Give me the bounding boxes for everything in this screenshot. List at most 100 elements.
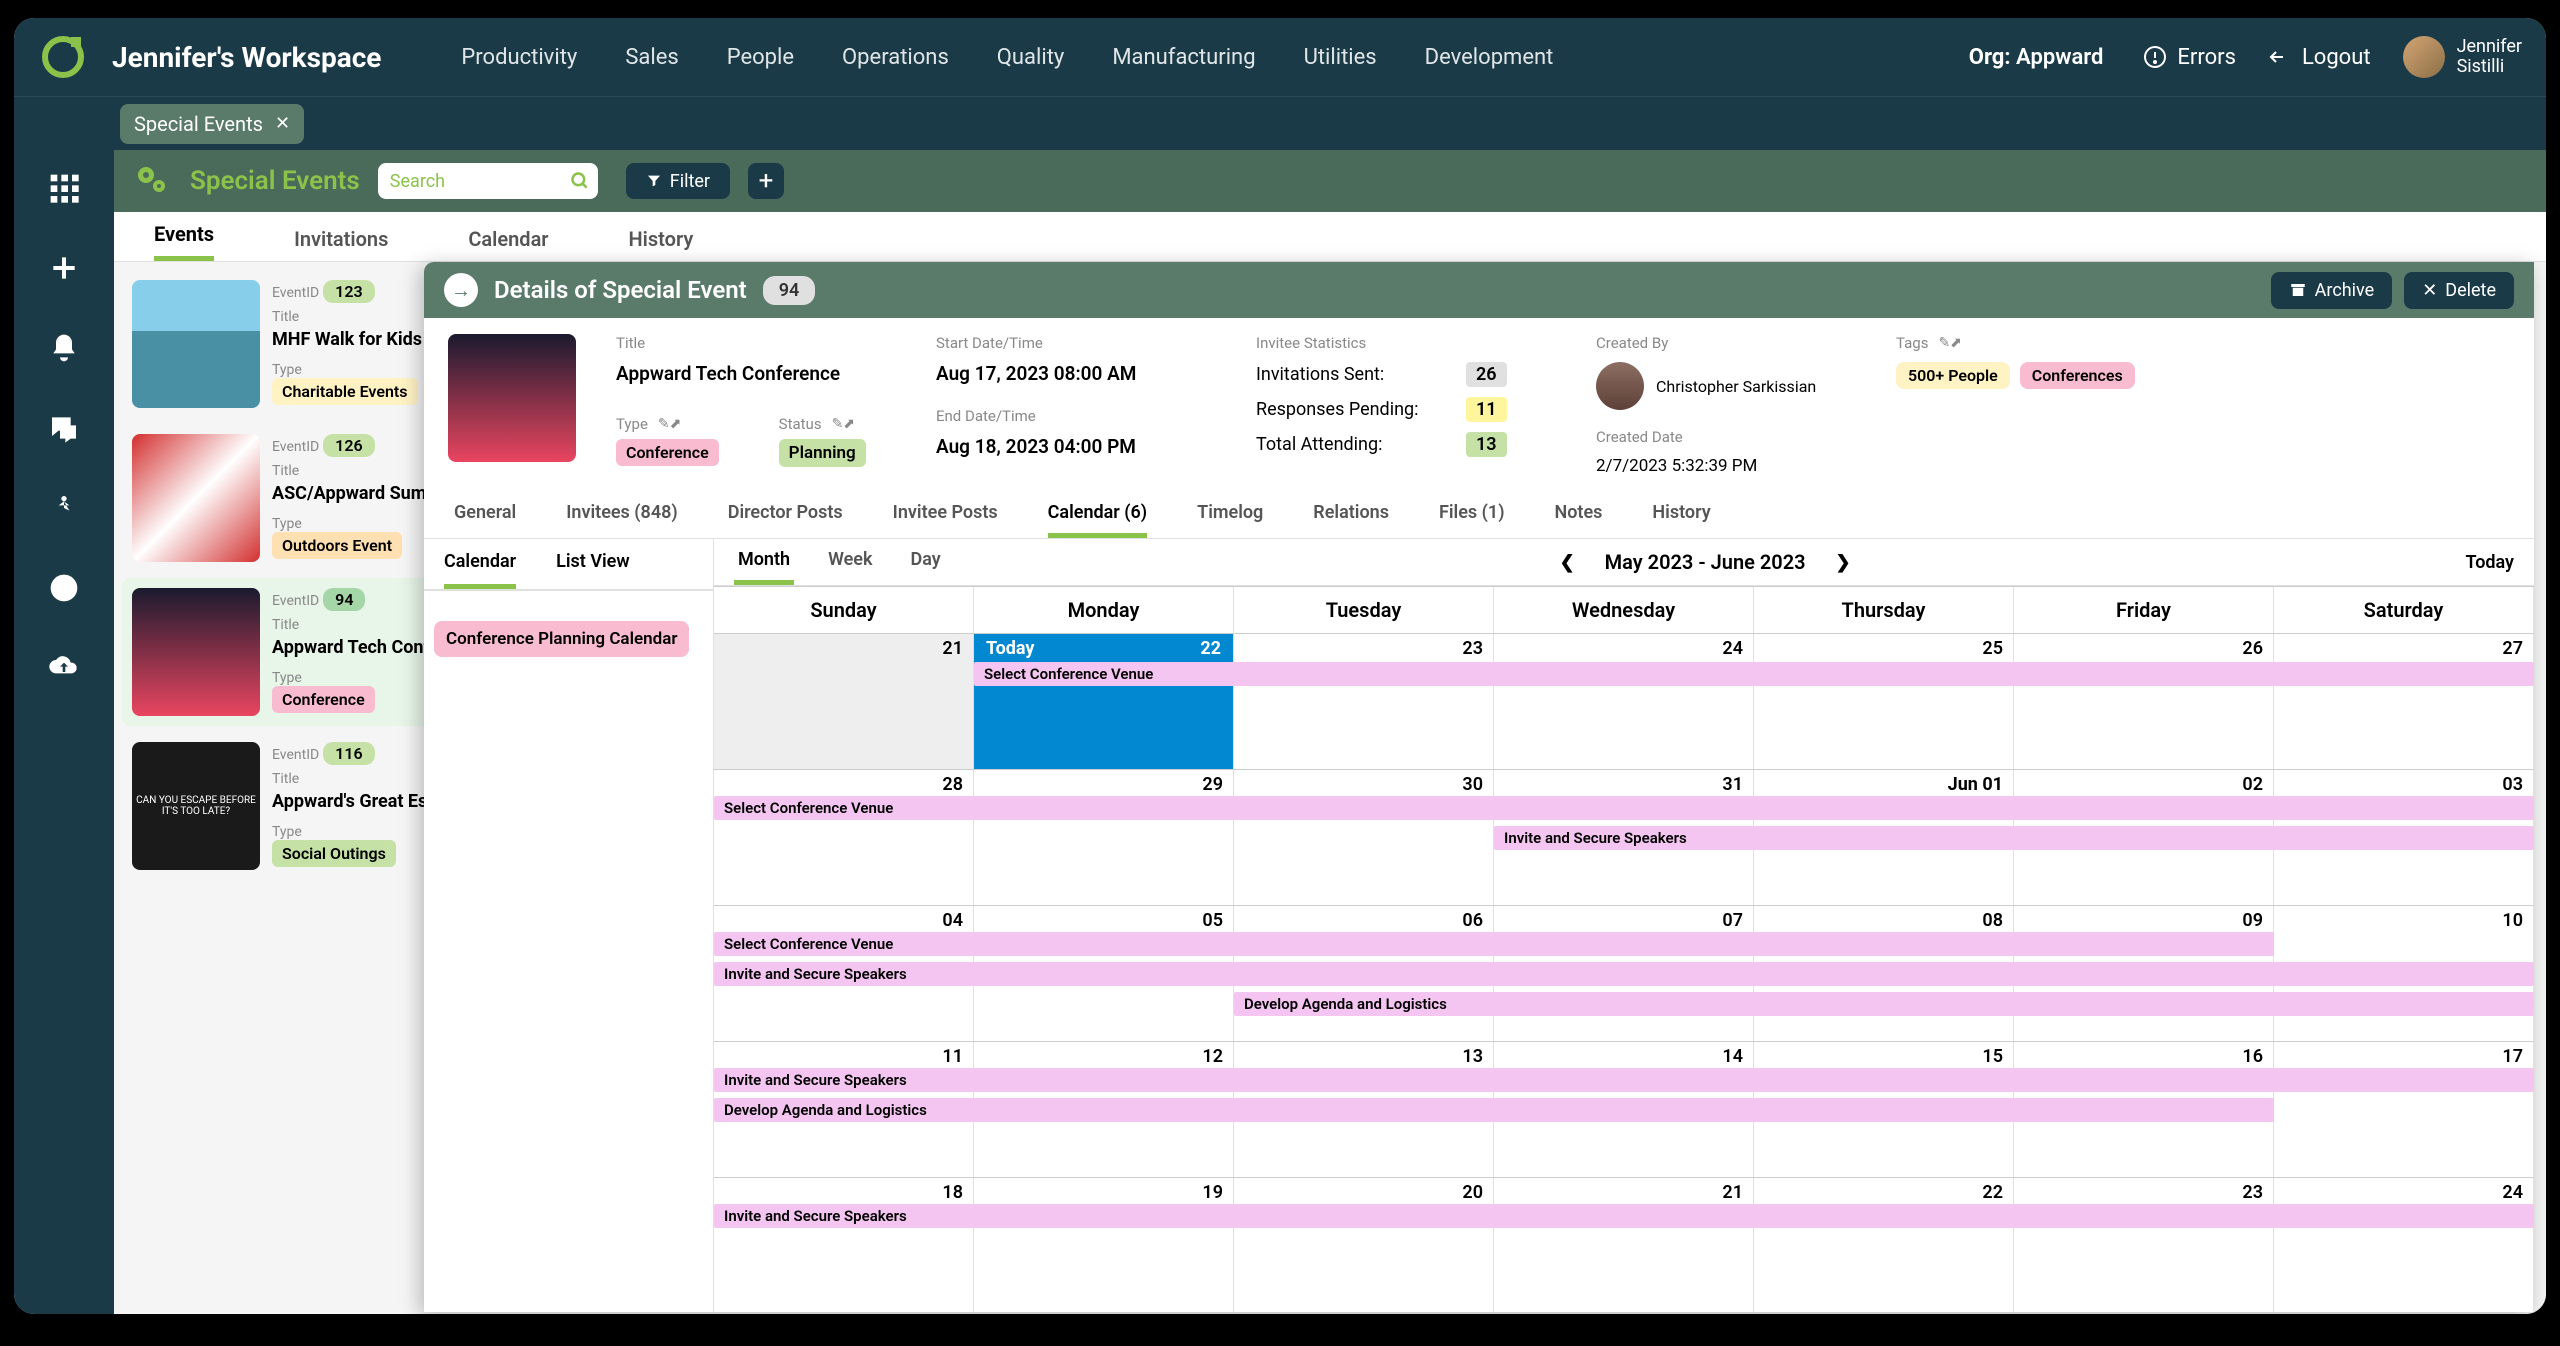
next-button[interactable]: ❯ [1836,552,1851,573]
event-card[interactable]: EventID 123 Title MHF Walk for Kids w...… [122,270,436,418]
detail-tab[interactable]: Invitees (848) [566,492,678,538]
calendar-day[interactable]: 26 [2014,634,2274,769]
calendar-day[interactable]: 25 [1754,634,2014,769]
calendar-day[interactable]: Today22 [974,634,1234,769]
calendar-day[interactable]: 21 [1494,1178,1754,1312]
calendar-day[interactable]: 19 [974,1178,1234,1312]
calendar-day[interactable]: 27 [2274,634,2534,769]
activity-icon[interactable] [46,490,82,526]
archive-button[interactable]: Archive [2271,272,2393,309]
calendar-day[interactable]: 23 [1234,634,1494,769]
calendar-event[interactable]: Select Conference Venue [714,796,2534,820]
calendar-day[interactable]: 24 [2274,1178,2534,1312]
calendar-week: 11121314151617Invite and Secure Speakers… [714,1041,2534,1177]
main-nav: Productivity Sales People Operations Quality… [461,45,1968,70]
calendar-event[interactable]: Develop Agenda and Logistics [714,1098,2274,1122]
detail-tab[interactable]: Relations [1313,492,1389,538]
today-button[interactable]: Today [2466,552,2515,573]
detail-tab[interactable]: Director Posts [728,492,843,538]
subtab-calendar[interactable]: Calendar [468,227,548,261]
search-icon[interactable] [570,171,590,195]
collapse-button[interactable]: → [444,273,478,307]
detail-tab[interactable]: Calendar (6) [1048,492,1147,538]
topbar: Jennifer's Workspace ProductivitySalesPe… [14,18,2546,96]
day-header: Thursday [1754,587,2014,633]
calendar-day[interactable]: 22 [1754,1178,2014,1312]
detail-header: → Details of Special Event 94 Archive ✕D… [424,262,2534,318]
logout-button[interactable]: Logout [2268,45,2371,70]
calendar-sidebar: Calendar List View Conference Planning Ca… [424,539,714,1312]
edit-icon[interactable]: ✎⬈ [658,416,681,432]
cloud-upload-icon[interactable] [46,650,82,686]
calendar-event[interactable]: Invite and Secure Speakers [714,962,2534,986]
calendar-day[interactable]: 23 [2014,1178,2274,1312]
calendar-event[interactable]: Select Conference Venue [714,932,2274,956]
filter-button[interactable]: Filter [626,163,730,199]
detail-thumbnail [448,334,576,462]
calendar-wrap: Calendar List View Conference Planning Ca… [424,539,2534,1312]
calendar-day[interactable]: 30 [1234,770,1494,905]
calendar-day[interactable]: 18 [714,1178,974,1312]
subtabs: Events Invitations Calendar History [114,212,2546,262]
view-tab-week[interactable]: Week [824,539,876,585]
bell-icon[interactable] [46,330,82,366]
view-tab-month[interactable]: Month [734,539,794,585]
detail-tab[interactable]: Notes [1555,492,1603,538]
view-tab-day[interactable]: Day [907,539,945,585]
calendar-day[interactable]: 28 [714,770,974,905]
nav-people[interactable]: People [727,45,794,70]
edit-icon[interactable]: ✎⬈ [832,416,855,432]
app-logo[interactable] [38,32,88,82]
day-header: Monday [974,587,1234,633]
calendar-event[interactable]: Invite and Secure Speakers [1494,826,2534,850]
subtab-events[interactable]: Events [154,222,214,261]
calendar-event[interactable]: Invite and Secure Speakers [714,1068,2534,1092]
calendar-day[interactable]: 17 [2274,1042,2534,1177]
nav-manufacturing[interactable]: Manufacturing [1112,45,1255,70]
detail-tab[interactable]: Files (1) [1439,492,1505,538]
calendar-week: 04050607080910Select Conference VenueInv… [714,905,2534,1041]
apps-icon[interactable] [46,170,82,206]
event-card[interactable]: EventID 126 Title ASC/Appward Sum... Typ… [122,424,436,572]
detail-title: Details of Special Event [494,276,747,304]
chat-icon[interactable] [46,410,82,446]
cal-subtab[interactable]: Calendar [444,539,516,589]
cal-subtab[interactable]: List View [556,539,630,589]
user-menu[interactable]: JenniferSistilli [2403,36,2522,78]
module-header: Special Events Filter + [114,150,2546,212]
add-button[interactable]: + [748,163,784,199]
edit-icon[interactable]: ✎⬈ [1938,335,1961,351]
calendar-event[interactable]: Develop Agenda and Logistics [1234,992,2534,1016]
subtab-history[interactable]: History [629,227,694,261]
detail-tab[interactable]: Invitee Posts [893,492,998,538]
nav-operations[interactable]: Operations [842,45,949,70]
event-thumbnail [132,434,260,562]
nav-sales[interactable]: Sales [625,45,678,70]
nav-quality[interactable]: Quality [997,45,1065,70]
prev-button[interactable]: ❮ [1560,552,1575,573]
add-icon[interactable] [46,250,82,286]
event-card[interactable]: EventID 94 Title Appward Tech Conf... Ty… [122,578,436,726]
calendar-day[interactable]: 20 [1234,1178,1494,1312]
nav-productivity[interactable]: Productivity [461,45,577,70]
calendar-event[interactable]: Select Conference Venue [974,662,2534,686]
search-input[interactable] [378,163,598,199]
detail-tab[interactable]: History [1652,492,1710,538]
calendar-event[interactable]: Invite and Secure Speakers [714,1204,2534,1228]
clock-icon[interactable] [46,570,82,606]
subtab-invitations[interactable]: Invitations [294,227,388,261]
delete-button[interactable]: ✕Delete [2404,272,2514,309]
workspace-tab-special-events[interactable]: Special Events ✕ [120,104,304,144]
nav-development[interactable]: Development [1425,45,1554,70]
calendar-day[interactable]: 24 [1494,634,1754,769]
calendar-name[interactable]: Conference Planning Calendar [434,621,689,657]
detail-tab[interactable]: General [454,492,516,538]
calendar-day[interactable]: 29 [974,770,1234,905]
nav-utilities[interactable]: Utilities [1304,45,1377,70]
event-card[interactable]: CAN YOU ESCAPE BEFORE IT'S TOO LATE?Even… [122,732,436,880]
errors-button[interactable]: Errors [2143,45,2236,70]
detail-tab[interactable]: Timelog [1197,492,1263,538]
close-icon[interactable]: ✕ [275,113,290,134]
calendar-day[interactable]: 21 [714,634,974,769]
user-avatar [2403,36,2445,78]
